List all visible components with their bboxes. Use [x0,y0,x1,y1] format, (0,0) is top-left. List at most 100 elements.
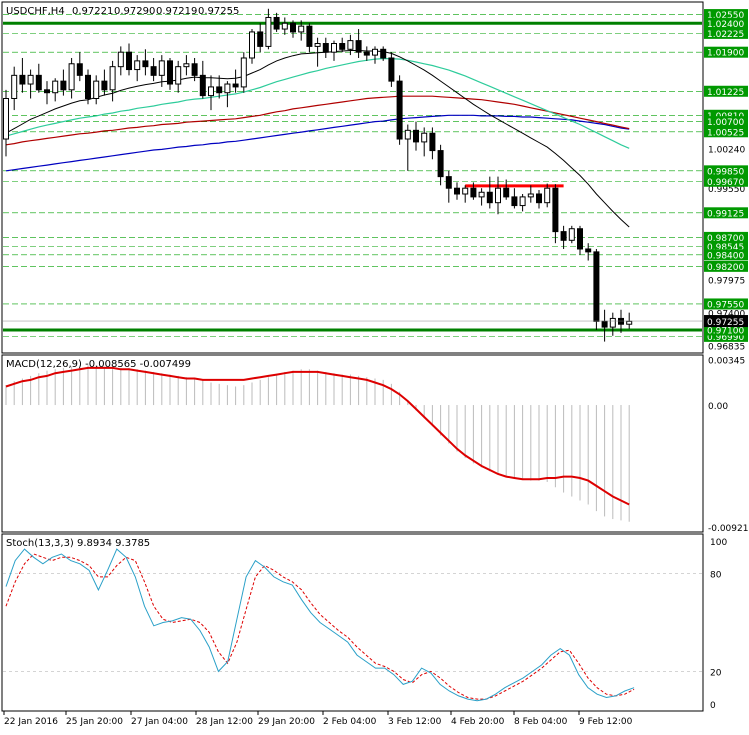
candle-bull [609,317,616,328]
macd-axis-tick: 0.00345 [708,356,745,366]
candle-bear [363,51,370,56]
candle-bear [380,48,387,59]
candle-bull [27,74,34,85]
candle-bear [536,193,542,204]
candle-bull [495,187,501,204]
macd-axis-tick: -0.009211 [708,524,749,534]
candle-bull [134,60,141,71]
candle-bear [486,191,493,204]
candle-bear [199,74,206,97]
candle-bear [142,60,149,68]
time-axis-label: 9 Feb 12:00 [579,717,633,727]
stoch-title: Stoch(13,3,3) 9.8934 9.3785 [6,538,150,549]
candle-bull [527,193,534,198]
time-axis-label: 8 Feb 04:00 [514,717,568,727]
candle-bull [208,86,214,97]
candle-bear [216,86,223,94]
macd-title: MACD(12,26,9) -0.008565 -0.007499 [6,359,191,370]
candle-bear [306,25,313,47]
level-badge-label: 0.99670 [707,178,744,188]
candle-bear [388,57,395,82]
candle-bear [552,187,559,233]
candle-bear [437,150,444,178]
candle-bull [347,40,354,50]
ohlc-low: 0.97219 [156,6,197,17]
candle-bull [404,129,411,140]
candle-bull [331,43,337,53]
stoch-axis-tick: 100 [710,538,727,548]
ohlc-open: 0.97221 [72,6,113,17]
candle-bear [126,51,132,71]
candle-bull [544,187,551,204]
candle-bull [265,16,272,47]
time-axis-label: 4 Feb 20:00 [451,717,505,727]
candle-bull [626,320,633,325]
candle-bull [109,66,116,91]
candle-bear [101,80,108,91]
candle-bull [117,51,124,68]
candle-bear [618,317,624,325]
ohlc-high: 0.97290 [114,6,155,17]
candle-bear [257,31,264,47]
candle-bear [167,60,173,85]
candle-bull [183,63,190,68]
level-badge-label: 1.02225 [707,30,744,40]
price-axis-tick: 1.00240 [708,145,745,155]
time-axis-label: 25 Jan 20:00 [66,717,123,727]
candle-bull [462,187,469,195]
candle-bear [454,187,460,195]
candle-bear [511,196,518,207]
candle-bull [519,196,526,207]
time-axis-label: 2 Feb 04:00 [323,717,377,727]
candle-bear [232,83,239,88]
time-axis-label: 27 Jan 04:00 [131,717,188,727]
candle-bear [396,80,403,140]
candle-bear [355,40,362,53]
candle-bull [3,97,9,140]
candle-bear [273,16,280,30]
resistance-badge-label: 1.02400 [707,20,744,30]
candle-bull [11,74,18,99]
current-price-label: 0.97255 [707,318,744,328]
price-axis-tick: 0.96835 [708,342,745,352]
candle-bull [372,48,378,56]
stoch-axis-tick: 80 [710,571,722,581]
candle-bear [60,80,67,91]
ohlc-close: 0.97255 [198,6,239,17]
candle-bull [314,43,321,47]
level-badge-label: 0.98200 [707,263,744,273]
time-axis-label: 22 Jan 2016 [4,717,58,727]
candle-bear [290,22,296,33]
time-axis-label: 3 Feb 12:00 [388,717,442,727]
candle-bull [224,83,231,94]
candle-bull [249,31,255,59]
macd-axis-tick: 0.00 [708,402,728,412]
candle-bear [445,176,452,189]
candle-bear [35,74,42,91]
symbol-label: USDCHF,H4 [6,6,65,17]
candle-bull [52,80,59,94]
level-badge-label: 1.01225 [707,88,744,98]
level-badge-label: 1.01900 [707,49,744,59]
candle-bear [191,63,198,76]
level-badge-label: 0.99125 [707,209,744,219]
candle-bull [568,228,575,241]
candle-bear [150,66,157,76]
level-badge-label: 0.98400 [707,251,744,261]
candle-bull [175,66,182,85]
candle-bear [339,43,346,50]
candle-bear [593,251,600,322]
candle-bear [601,320,608,328]
candle-bear [585,248,592,253]
level-badge-label: 0.97550 [707,300,744,310]
candle-bull [240,57,247,88]
stoch-axis-tick: 20 [710,668,722,678]
candle-bull [68,63,75,91]
candle-bear [19,74,26,85]
candle-bull [158,60,165,76]
chart-root: 1.025501.024001.022251.019001.012251.008… [0,0,749,731]
level-badge-label: 1.00525 [707,128,744,138]
candle-bear [44,89,50,94]
candle-bear [322,43,329,53]
price-axis-tick: 0.97975 [708,276,745,286]
